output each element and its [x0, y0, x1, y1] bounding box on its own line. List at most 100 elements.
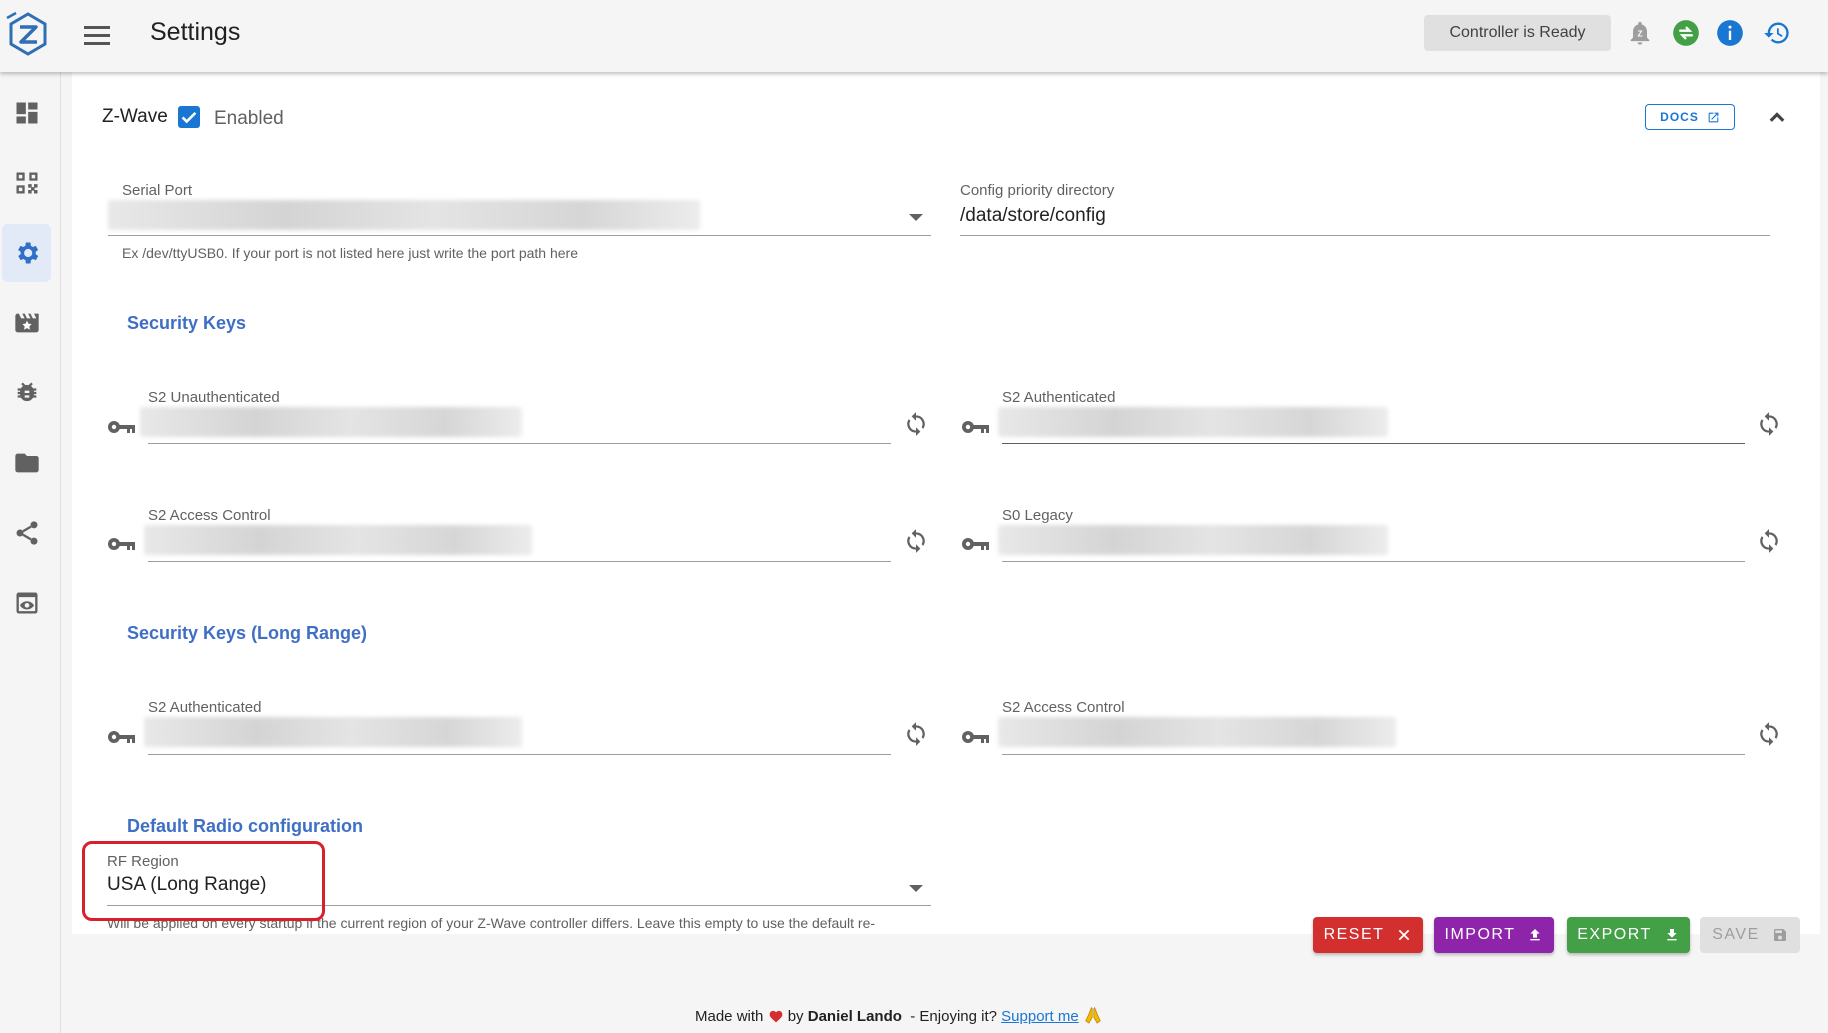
- zwave-logo-icon[interactable]: [4, 10, 52, 58]
- upload-icon: [1530, 929, 1541, 941]
- config-dir-underline: [960, 235, 1770, 236]
- s2-access-label: S2 Access Control: [148, 507, 271, 524]
- lr-s2-auth-underline: [148, 754, 891, 755]
- s2-access-input[interactable]: [144, 525, 532, 555]
- lr-s2-access-label: S2 Access Control: [1002, 699, 1125, 716]
- top-bar: Settings Controller is Ready Z: [0, 0, 1828, 72]
- docs-button[interactable]: DOCS: [1645, 104, 1735, 130]
- save-icon: [1773, 929, 1786, 941]
- s0-legacy-underline: [1002, 561, 1745, 562]
- menu-icon[interactable]: [80, 18, 114, 52]
- security-keys-lr-title: Security Keys (Long Range): [127, 623, 368, 643]
- svg-text:Z: Z: [1638, 30, 1643, 39]
- refresh-key-icon[interactable]: [903, 720, 929, 748]
- footer: Made with by Daniel Lando - Enjoying it?…: [695, 1006, 1103, 1025]
- save-label: SAVE: [1712, 926, 1760, 943]
- s2-auth-label: S2 Authenticated: [1002, 389, 1116, 406]
- reset-label: RESET: [1323, 926, 1385, 943]
- debug-icon: [17, 382, 36, 402]
- import-label: IMPORT: [1444, 926, 1516, 943]
- dashboard-icon: [16, 102, 37, 124]
- settings-card: Z-Wave Enabled DOCS Serial Port Ex /dev/…: [72, 72, 1820, 934]
- rf-region-highlight: [82, 841, 325, 921]
- s0-legacy-label: S0 Legacy: [1002, 507, 1073, 524]
- lr-s2-auth-input[interactable]: [144, 717, 522, 747]
- sidebar-item-scenes[interactable]: [2, 294, 51, 352]
- s0-legacy-input[interactable]: [998, 525, 1388, 555]
- serial-port-input[interactable]: [108, 200, 700, 230]
- sidebar-item-preview[interactable]: [2, 574, 51, 632]
- open-in-new-icon: [1708, 112, 1719, 122]
- lr-s2-access-underline: [1002, 754, 1745, 755]
- chevron-up-icon[interactable]: [1762, 102, 1792, 132]
- sidebar-item-files[interactable]: [2, 434, 51, 492]
- info-icon[interactable]: [1716, 19, 1744, 47]
- history-icon[interactable]: [1763, 19, 1791, 47]
- refresh-key-icon[interactable]: [903, 410, 929, 438]
- sidebar-item-network[interactable]: [2, 504, 51, 562]
- refresh-key-icon[interactable]: [1756, 527, 1782, 555]
- config-dir-input[interactable]: /data/store/config: [960, 205, 1106, 227]
- footer-made-with: Made with: [695, 1008, 764, 1025]
- zwave-enabled-label: Enabled: [214, 108, 284, 129]
- security-keys-title: Security Keys: [127, 313, 247, 333]
- sidebar-item-qr[interactable]: [2, 154, 51, 212]
- support-link[interactable]: Support me: [1001, 1008, 1079, 1025]
- bell-icon[interactable]: Z: [1626, 19, 1654, 47]
- s2-unauth-label: S2 Unauthenticated: [148, 389, 280, 406]
- import-button[interactable]: IMPORT: [1434, 917, 1554, 953]
- sidebar: [0, 72, 61, 1033]
- check-icon: [181, 111, 197, 124]
- serial-port-hint: Ex /dev/ttyUSB0. If your port is not lis…: [122, 245, 578, 261]
- footer-author: Daniel Lando: [807, 1008, 902, 1025]
- zwave-enabled-checkbox[interactable]: [178, 106, 200, 128]
- settings-icon: [17, 242, 38, 264]
- s2-unauth-input[interactable]: [140, 407, 522, 437]
- folder-icon: [14, 453, 39, 473]
- share-icon: [16, 521, 37, 545]
- sidebar-item-dashboard[interactable]: [2, 84, 51, 142]
- config-dir-label: Config priority directory: [960, 182, 1115, 199]
- qr-code-icon: [16, 172, 37, 194]
- serial-port-label: Serial Port: [122, 182, 193, 199]
- footer-enjoying: - Enjoying it?: [910, 1008, 997, 1025]
- s2-auth-input[interactable]: [998, 407, 1388, 437]
- lr-s2-access-input[interactable]: [998, 717, 1396, 747]
- key-icon: [108, 538, 135, 550]
- docs-label: DOCS: [1660, 110, 1699, 124]
- page-title: Settings: [150, 18, 241, 46]
- chevron-down-icon[interactable]: [909, 214, 923, 221]
- save-button[interactable]: SAVE: [1700, 917, 1800, 953]
- app-root: Settings Controller is Ready Z Z-Wave En…: [0, 0, 1828, 1033]
- download-icon: [1667, 929, 1677, 941]
- radio-config-title: Default Radio configuration: [127, 816, 363, 836]
- export-button[interactable]: EXPORT: [1567, 917, 1690, 953]
- sidebar-item-debug[interactable]: [2, 364, 51, 422]
- reset-button[interactable]: RESET: [1313, 917, 1423, 953]
- chevron-down-icon[interactable]: [909, 885, 923, 892]
- refresh-key-icon[interactable]: [1756, 720, 1782, 748]
- export-label: EXPORT: [1577, 926, 1652, 943]
- key-icon: [962, 731, 989, 743]
- serial-port-underline: [108, 235, 931, 236]
- s2-auth-underline: [1002, 443, 1745, 444]
- heart-icon: [769, 1010, 782, 1023]
- zwave-section-title: Z-Wave: [102, 106, 168, 127]
- refresh-key-icon[interactable]: [1756, 410, 1782, 438]
- close-icon: [1399, 929, 1410, 941]
- sync-icon[interactable]: [1672, 19, 1700, 47]
- key-icon: [108, 731, 135, 743]
- refresh-key-icon[interactable]: [903, 527, 929, 555]
- s2-unauth-underline: [148, 443, 891, 444]
- key-icon: [962, 421, 989, 433]
- key-icon: [108, 421, 135, 433]
- lr-s2-auth-label: S2 Authenticated: [148, 699, 262, 716]
- pray-hands-icon: [1085, 1007, 1101, 1024]
- s2-access-underline: [148, 561, 891, 562]
- key-icon: [962, 538, 989, 550]
- scenes-icon: [14, 313, 39, 333]
- footer-by: by: [787, 1008, 804, 1025]
- controller-status-button[interactable]: Controller is Ready: [1424, 15, 1611, 51]
- sidebar-item-settings[interactable]: [2, 224, 51, 282]
- preview-icon: [16, 592, 37, 614]
